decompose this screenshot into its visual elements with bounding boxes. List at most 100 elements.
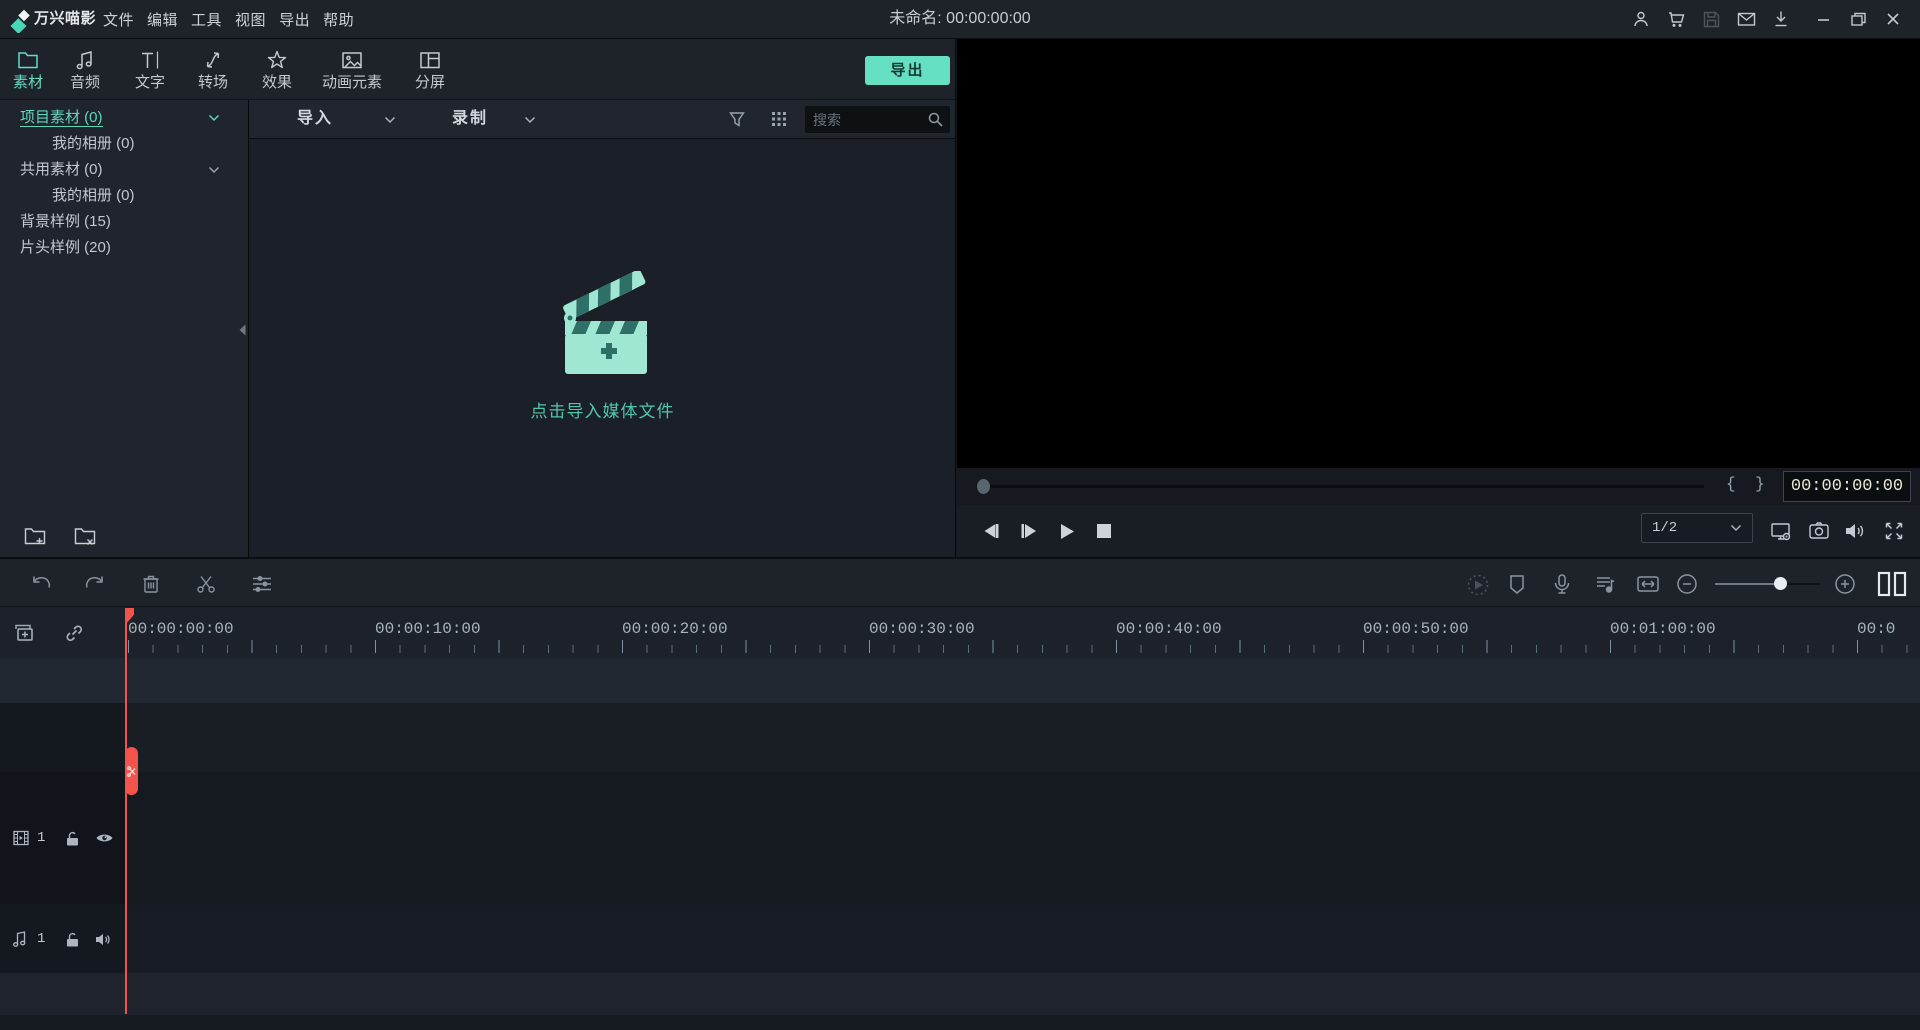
media-empty-state[interactable]: 点击导入媒体文件: [249, 139, 956, 557]
filter-icon[interactable]: [727, 109, 747, 129]
tab-transitions[interactable]: 转场: [198, 39, 228, 100]
tab-effects[interactable]: 效果: [262, 39, 292, 100]
save-icon[interactable]: [1700, 8, 1722, 30]
effects-star-icon: [265, 48, 289, 72]
visibility-eye-icon[interactable]: [95, 831, 114, 845]
mute-speaker-icon[interactable]: [94, 932, 112, 947]
tab-audio[interactable]: 音频: [70, 39, 100, 100]
lock-icon[interactable]: [65, 830, 80, 847]
menu-edit[interactable]: 编辑: [147, 9, 178, 30]
record-dropdown-chevron-icon[interactable]: [524, 116, 536, 124]
import-dropdown-chevron-icon[interactable]: [384, 116, 396, 124]
record-button[interactable]: 录制: [452, 100, 488, 138]
search-icon[interactable]: [927, 111, 944, 128]
audio-list-icon[interactable]: [1593, 572, 1617, 596]
tree-item-my-album-1[interactable]: 我的相册 (0): [0, 131, 248, 157]
panel-divider[interactable]: [955, 39, 956, 557]
tree-item-shared-media[interactable]: 共用素材 (0): [0, 157, 248, 183]
play-button[interactable]: [1059, 505, 1075, 557]
adjust-sliders-icon[interactable]: [250, 572, 274, 596]
timeline-zoom-slider[interactable]: [1715, 583, 1820, 585]
timeline-band[interactable]: [0, 1015, 1920, 1030]
fit-timeline-icon[interactable]: [1635, 572, 1659, 596]
account-icon[interactable]: [1630, 8, 1652, 30]
tree-item-project-media[interactable]: 项目素材 (0): [0, 105, 248, 131]
mark-out-icon[interactable]: }: [1755, 475, 1765, 493]
preview-zoom-select[interactable]: 1/2: [1641, 513, 1753, 543]
tab-elements[interactable]: 动画元素: [322, 39, 382, 100]
tree-item-my-album-2[interactable]: 我的相册 (0): [0, 183, 248, 209]
export-button[interactable]: 导出: [865, 56, 950, 85]
timeline-band[interactable]: [0, 658, 1920, 703]
tree-item-intro-samples[interactable]: 片头样例 (20): [0, 235, 248, 261]
menu-help[interactable]: 帮助: [323, 9, 354, 30]
link-icon[interactable]: [62, 621, 88, 645]
timeline-toolbar: [0, 557, 1920, 607]
slider-thumb[interactable]: [1774, 577, 1787, 590]
timeline-ruler[interactable]: 00:00:00:00 00:00:10:00 00:00:20:00 00:0…: [0, 607, 1920, 658]
menu-export[interactable]: 导出: [279, 9, 310, 30]
tab-text[interactable]: 文字: [135, 39, 165, 100]
lock-icon[interactable]: [65, 931, 80, 948]
grid-view-icon[interactable]: [769, 109, 789, 129]
menu-tools[interactable]: 工具: [191, 9, 222, 30]
zoom-in-icon[interactable]: [1833, 572, 1857, 596]
ruler-major-ticks: [128, 640, 1920, 653]
text-icon: [138, 48, 162, 72]
marker-icon[interactable]: [1506, 572, 1530, 596]
microphone-icon[interactable]: [1550, 572, 1574, 596]
volume-icon[interactable]: [1842, 519, 1866, 543]
previous-frame-button[interactable]: [982, 505, 1001, 557]
display-settings-icon[interactable]: [1769, 519, 1793, 543]
chevron-down-icon[interactable]: [208, 166, 220, 174]
redo-icon[interactable]: [82, 572, 106, 596]
panel-layout-icon[interactable]: [1876, 571, 1908, 597]
stop-button[interactable]: [1096, 505, 1112, 557]
audio-track[interactable]: [0, 905, 1920, 973]
menu-view[interactable]: 视图: [235, 9, 266, 30]
preview-panel: { } 00:00:00:00 1/2: [956, 39, 1920, 557]
timeline-band[interactable]: [0, 703, 1920, 772]
mail-icon[interactable]: [1735, 8, 1757, 30]
next-frame-button[interactable]: [1020, 505, 1039, 557]
zoom-out-icon[interactable]: [1675, 572, 1699, 596]
scrub-track[interactable]: [984, 485, 1704, 488]
sidebar-collapse-icon[interactable]: [238, 323, 247, 337]
menu-file[interactable]: 文件: [103, 9, 134, 30]
playhead-line[interactable]: [125, 608, 127, 1014]
tab-media[interactable]: 素材: [13, 39, 43, 100]
chevron-down-icon[interactable]: [208, 114, 220, 122]
split-scissors-icon[interactable]: [194, 572, 218, 596]
import-hint-text[interactable]: 点击导入媒体文件: [249, 397, 956, 422]
fullscreen-icon[interactable]: [1882, 519, 1906, 543]
import-button[interactable]: 导入: [297, 100, 333, 138]
delete-folder-icon[interactable]: [73, 525, 97, 547]
tab-split-screen[interactable]: 分屏: [415, 39, 445, 100]
playback-controls: 1/2: [957, 505, 1920, 557]
undo-icon[interactable]: [30, 572, 54, 596]
video-track[interactable]: [0, 772, 1920, 904]
delete-icon[interactable]: [139, 572, 163, 596]
playhead-scissors-handle[interactable]: [125, 747, 138, 795]
render-preview-icon[interactable]: [1465, 572, 1489, 596]
search-input[interactable]: [813, 106, 923, 133]
menu-list: 文件 编辑 工具 视图 导出 帮助: [103, 0, 367, 38]
close-button[interactable]: [1882, 8, 1904, 30]
store-cart-icon[interactable]: [1665, 8, 1687, 30]
tree-item-background-samples[interactable]: 背景样例 (15): [0, 209, 248, 235]
scrub-handle[interactable]: [977, 479, 990, 494]
folder-icon: [16, 48, 40, 72]
snapshot-camera-icon[interactable]: [1807, 519, 1831, 543]
minimize-button[interactable]: [1812, 8, 1834, 30]
preview-timecode[interactable]: 00:00:00:00: [1783, 471, 1911, 502]
maximize-button[interactable]: [1847, 8, 1869, 30]
mark-in-icon[interactable]: {: [1726, 475, 1736, 493]
timeline-band[interactable]: [0, 973, 1920, 1015]
download-icon[interactable]: [1770, 8, 1792, 30]
add-media-to-timeline-icon[interactable]: [12, 621, 38, 645]
add-folder-icon[interactable]: [23, 525, 47, 547]
search-box: [805, 106, 950, 133]
scrub-row: { } 00:00:00:00: [957, 468, 1920, 505]
chevron-down-icon: [1730, 524, 1742, 532]
audio-track-icon: [12, 930, 30, 948]
